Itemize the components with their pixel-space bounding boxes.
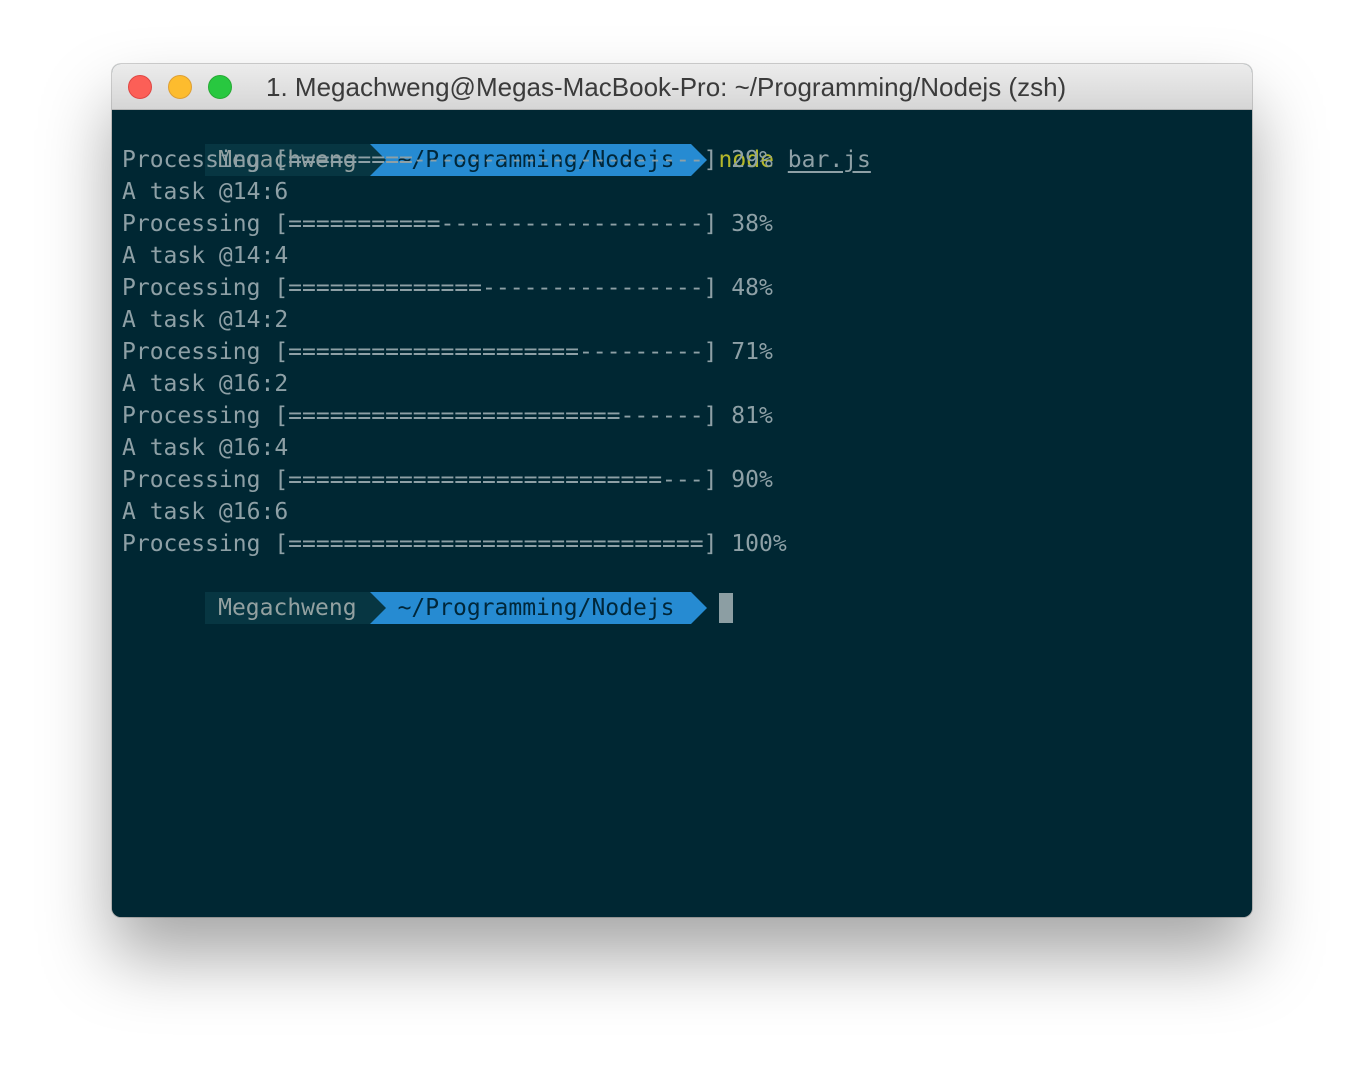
command-argument: bar.js <box>787 147 871 173</box>
output-line: Processing [==============--------------… <box>122 275 773 301</box>
output-line: Processing [========================----… <box>122 403 773 429</box>
output-line: A task @14:6 <box>122 179 289 205</box>
prompt-user-segment: Megachweng <box>205 592 370 624</box>
prompt-line-1: Megachweng ~/Programming/Nodejs node bar.j… <box>122 112 871 176</box>
output-line: Processing [=====================-------… <box>122 339 773 365</box>
output-line: A task @14:4 <box>122 243 289 269</box>
prompt-path-segment: ~/Programming/Nodejs <box>369 592 707 624</box>
output-line: A task @16:2 <box>122 371 289 397</box>
title-bar[interactable]: 1. Megachweng@Megas-MacBook-Pro: ~/Progr… <box>112 64 1252 110</box>
close-button[interactable] <box>128 75 152 99</box>
minimize-button[interactable] <box>168 75 192 99</box>
zoom-button[interactable] <box>208 75 232 99</box>
text-cursor <box>718 593 733 623</box>
output-line: A task @16:4 <box>122 435 289 461</box>
output-line: A task @14:2 <box>122 307 289 333</box>
terminal-content[interactable]: Megachweng ~/Programming/Nodejs node bar.j… <box>112 110 1252 917</box>
window-title: 1. Megachweng@Megas-MacBook-Pro: ~/Progr… <box>266 72 1067 102</box>
output-line: Processing [=========-------------------… <box>122 147 773 173</box>
output-line: A task @16:6 <box>122 499 289 525</box>
prompt-line-2: Megachweng ~/Programming/Nodejs <box>122 560 733 624</box>
output-line: Processing [===========================-… <box>122 467 773 493</box>
terminal-window: 1. Megachweng@Megas-MacBook-Pro: ~/Progr… <box>112 64 1252 917</box>
output-line: Processing [===========-----------------… <box>122 211 773 237</box>
output-line: Processing [============================… <box>122 531 787 557</box>
